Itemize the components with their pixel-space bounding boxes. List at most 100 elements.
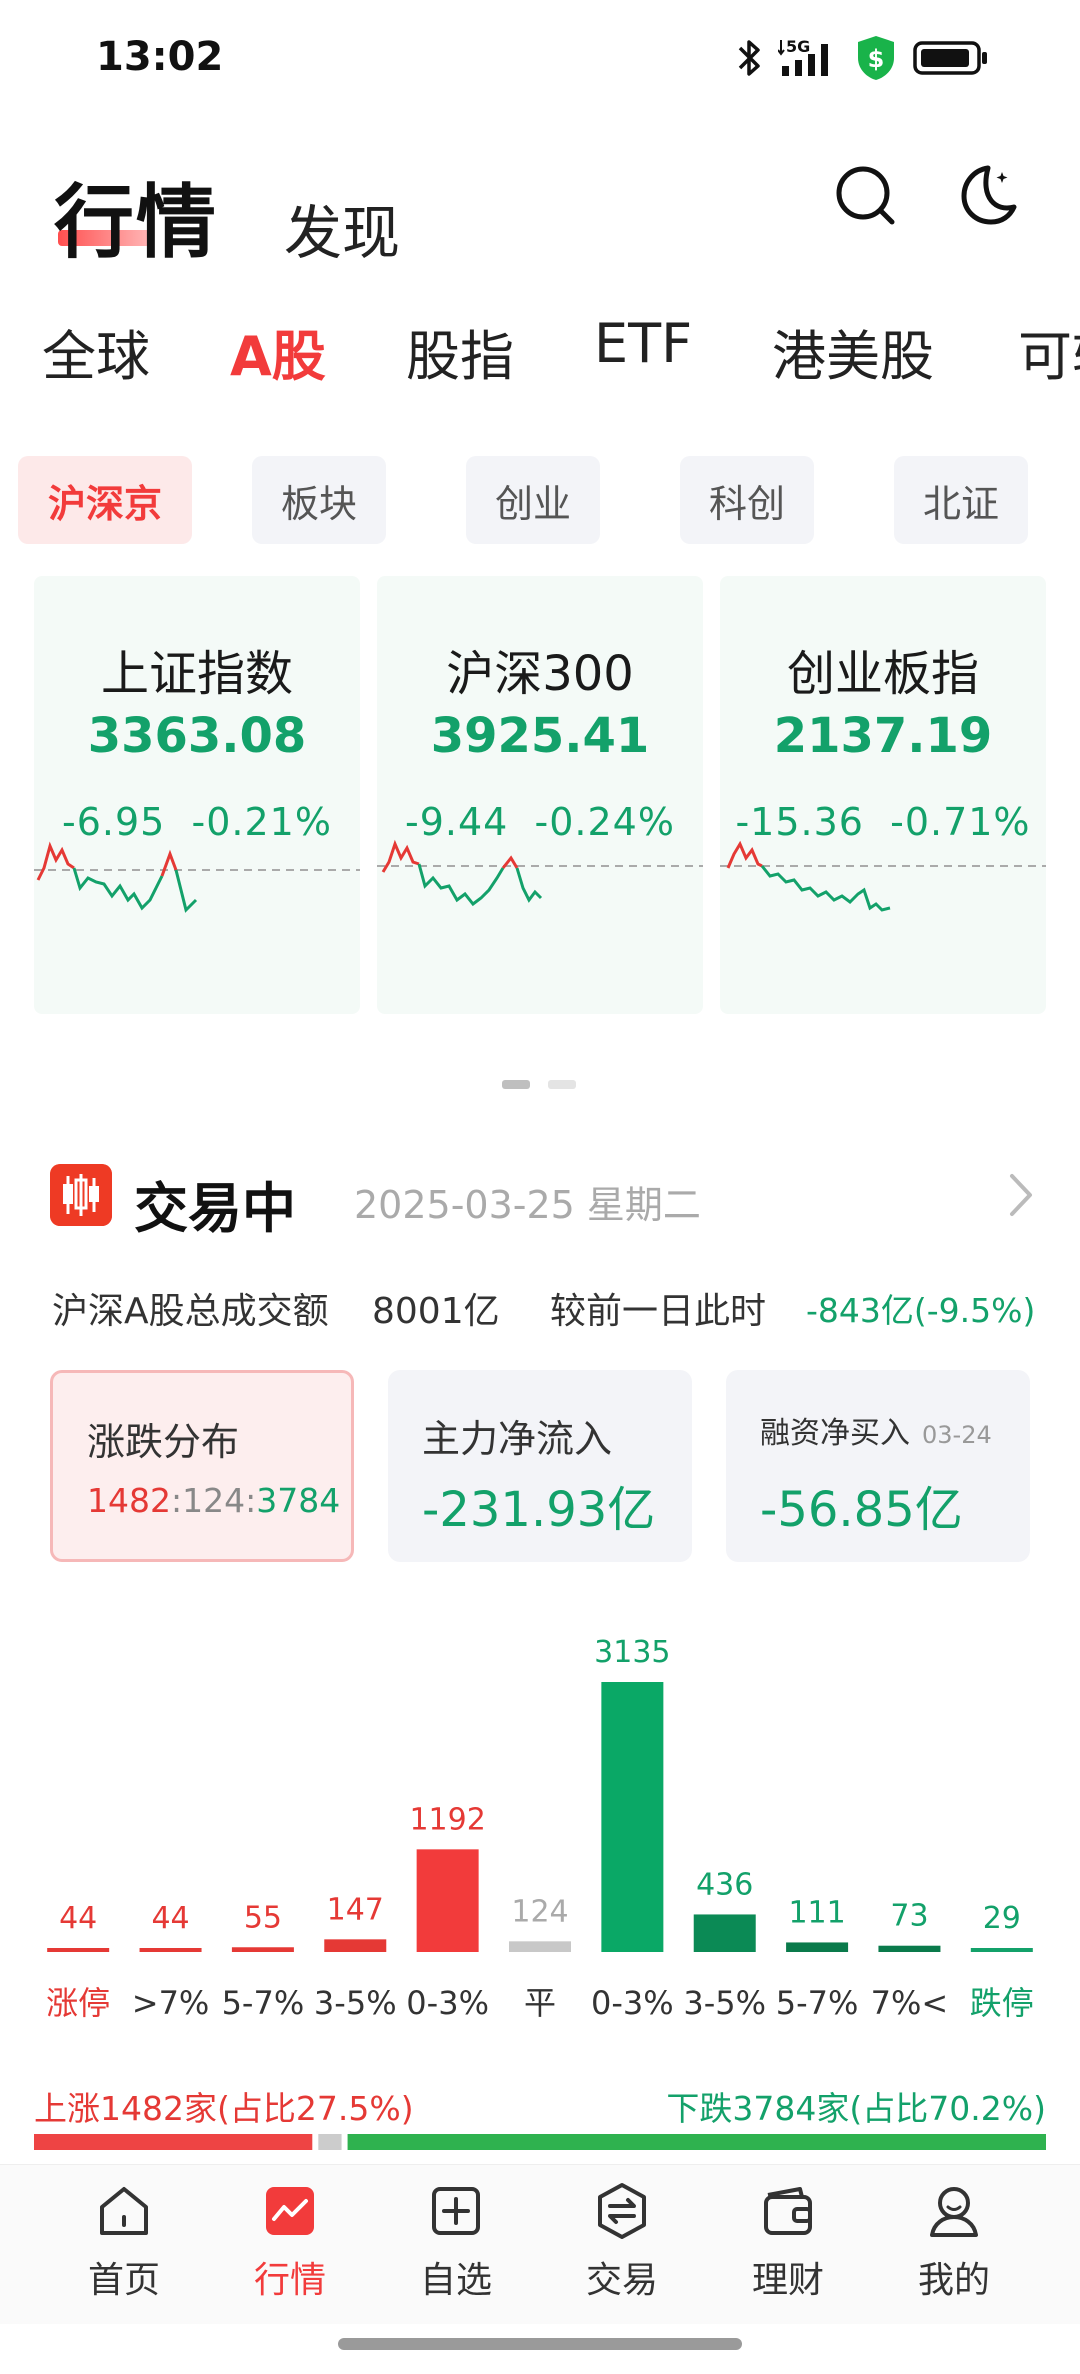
sparkline-chart [377,839,703,907]
index-card-sse[interactable]: 上证指数 3363.08 -6.95 -0.21% [34,576,360,1014]
distribution-value-label: 55 [244,1900,282,1935]
home-icon [100,2187,148,2235]
nav-wealth[interactable]: 理财 [708,2179,868,2319]
subtab-shsz-bj[interactable]: 沪深京 [18,456,192,544]
turnover-value: 8001亿 [372,1291,500,1332]
add-watchlist-icon [432,2187,480,2235]
tab-hk-us[interactable]: 港美股 [772,312,934,391]
trading-status: 交易中 [134,1177,296,1240]
index-card-csi300[interactable]: 沪深300 3925.41 -9.44 -0.24% [377,576,703,1014]
subtab-sector[interactable]: 板块 [252,456,386,544]
distribution-category-label: 涨停 [46,1984,110,2020]
distribution-value-label: 124 [511,1894,568,1929]
distribution-bar [231,1947,294,1952]
nav-profile[interactable]: 我的 [874,2179,1034,2319]
wallet-icon [764,2187,812,2235]
distribution-bar [601,1682,664,1952]
distribution-bar [416,1849,479,1952]
nav-label: 交易 [585,2260,658,2301]
svg-text:$: $ [868,45,885,73]
bluetooth-icon [738,40,760,76]
up-segment [34,2134,313,2150]
bottom-nav: 首页 行情 自选 交易 理财 我的 [0,2164,1080,2324]
signal-5g-icon: 5G [778,37,828,76]
app-header: 行情 发现 [0,150,1080,269]
pager-dot-active [502,1080,530,1089]
flat-segment [318,2134,342,2150]
moon-icon[interactable] [950,160,1020,230]
security-shield-icon: $ [858,36,894,80]
index-value: 3363.08 [87,708,307,764]
trading-header[interactable]: 交易中 2025-03-25 星期二 [50,1160,1040,1240]
trading-date: 2025-03-25 星期二 [354,1183,701,1227]
distribution-category-label: 0-3% [591,1984,674,2020]
distribution-bar [693,1914,756,1952]
index-value: 3925.41 [430,708,650,764]
index-name: 上证指数 [100,646,293,702]
rise-fall-distribution-chart[interactable]: 44 涨停 44 >7% 55 5-7% 147 3-5% 1192 0-3% 124 平 3135 0-… [0,1600,1080,2020]
distribution-bar [324,1939,387,1952]
sparkline-chart [720,840,1046,912]
subtab-bse[interactable]: 北证 [894,456,1028,544]
nav-trade[interactable]: 交易 [542,2179,702,2319]
distribution-category-label: 7%< [871,1984,949,2020]
chevron-right-icon[interactable] [1000,1170,1040,1220]
nav-market[interactable]: 行情 [210,2179,370,2319]
distribution-category-label: 5-7% [776,1984,859,2020]
tab-a-shares[interactable]: A股 [230,312,326,391]
battery-icon [913,41,987,75]
nav-label: 行情 [253,2260,326,2301]
index-cards: 上证指数 3363.08 -6.95 -0.21% 沪深300 3925.41 … [34,576,1046,1014]
distribution-bar [878,1945,941,1952]
nav-label: 首页 [87,2260,160,2301]
distribution-value-label: 111 [788,1895,845,1930]
distribution-value-label: 29 [983,1901,1021,1936]
main-flow-value: -231.93亿 [422,1482,656,1538]
nav-label: 自选 [419,2260,492,2301]
index-card-chinext[interactable]: 创业板指 2137.19 -15.36 -0.71% [720,576,1046,1014]
distribution-value-label: 44 [151,1901,189,1936]
compare-label: 较前一日此时 [550,1291,767,1332]
trade-icon [598,2183,646,2239]
margin-value: -56.85亿 [760,1482,963,1538]
index-name: 创业板指 [786,646,979,702]
distribution-card[interactable]: 涨跌分布 1482:124:3784 [50,1370,354,1562]
nav-home[interactable]: 首页 [44,2179,204,2319]
subtab-star[interactable]: 科创 [680,456,814,544]
distribution-value-label: 147 [327,1892,384,1927]
nav-watchlist[interactable]: 自选 [376,2179,536,2319]
tab-global[interactable]: 全球 [42,312,150,391]
page-title[interactable]: 行情 [54,158,218,274]
distribution-value-label: 73 [890,1899,928,1934]
tab-convertible[interactable]: 可转 [1018,312,1080,391]
turnover-label: 沪深A股总成交额 [52,1291,329,1332]
network-label: 5G [786,37,810,56]
distribution-value-label: 1192 [409,1802,485,1837]
sparkline-chart [34,841,360,913]
distribution-title: 涨跌分布 [87,1420,240,1464]
nav-label: 我的 [917,2260,990,2301]
distribution-category-label: 平 [524,1984,556,2020]
main-flow-card[interactable]: 主力净流入 -231.93亿 [388,1370,692,1562]
distribution-category-label: 跌停 [970,1984,1034,2020]
distribution-category-label: >7% [132,1984,210,2020]
proportion-bar [34,2134,1046,2150]
margin-card[interactable]: 融资净买入 03-24 -56.85亿 [726,1370,1030,1562]
tab-index[interactable]: 股指 [406,312,514,391]
distribution-value-label: 3135 [594,1635,670,1670]
tab-etf[interactable]: ETF [594,312,692,375]
sub-tabs: 沪深京 板块 创业 科创 北证 [0,456,1080,544]
pager-dot [548,1080,576,1089]
market-tabs: 全球 A股 股指 ETF 港美股 可转 [0,312,1080,392]
proportion-labels: 上涨1482家(占比27.5%) 下跌3784家(占比70.2%) [34,2082,1046,2142]
search-icon[interactable] [830,160,900,230]
compare-value: -843亿(-9.5%) [806,1291,1036,1330]
index-value: 2137.19 [773,708,993,764]
home-indicator[interactable] [338,2338,742,2350]
subtab-chinext[interactable]: 创业 [466,456,600,544]
distribution-bar [47,1948,110,1952]
down-proportion: 下跌3784家(占比70.2%) [666,2089,1046,2128]
distribution-bar [786,1942,849,1952]
status-icons: 5G $ [736,34,990,82]
discover-tab[interactable]: 发现 [284,186,400,270]
